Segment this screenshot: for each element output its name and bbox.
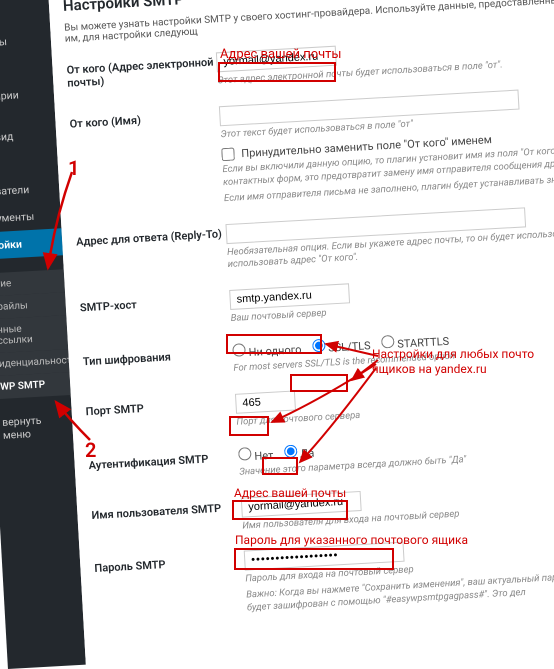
sidebar-sub-wp-smtp[interactable]: WP SMTP [0, 372, 71, 399]
smtp-host-label: SMTP-хост [79, 290, 231, 334]
settings-panel: Настройки SMTP Вы можете узнать настройк… [48, 0, 554, 665]
encryption-none-radio[interactable] [232, 343, 246, 357]
encryption-starttls-radio[interactable] [381, 335, 395, 349]
reply-to-label: Адрес для ответа (Reply-To) [76, 224, 228, 281]
from-name-label: От кого (Имя) [69, 106, 224, 214]
username-label: Имя пользователя SMTP [91, 497, 243, 541]
collapse-menu[interactable]: вернуть меню [0, 405, 74, 449]
username-input[interactable] [241, 491, 362, 518]
from-email-label: От кого (Адрес электронной почты) [66, 52, 218, 96]
port-label: Порт SMTP [85, 394, 237, 438]
sidebar-sub[interactable]: нные ссылки [0, 315, 68, 353]
encryption-ssl-radio[interactable] [312, 339, 326, 353]
auth-label: Аутентификация SMTP [88, 447, 240, 487]
auth-yes-radio[interactable] [284, 444, 298, 458]
from-email-input[interactable] [216, 46, 337, 73]
auth-no-radio[interactable] [238, 447, 252, 461]
password-label: Пароль SMTP [94, 551, 247, 624]
smtp-host-input[interactable] [229, 284, 350, 311]
force-from-name-checkbox[interactable] [221, 148, 235, 162]
encryption-label: Тип шифрования [82, 344, 234, 384]
port-input[interactable] [235, 390, 296, 413]
